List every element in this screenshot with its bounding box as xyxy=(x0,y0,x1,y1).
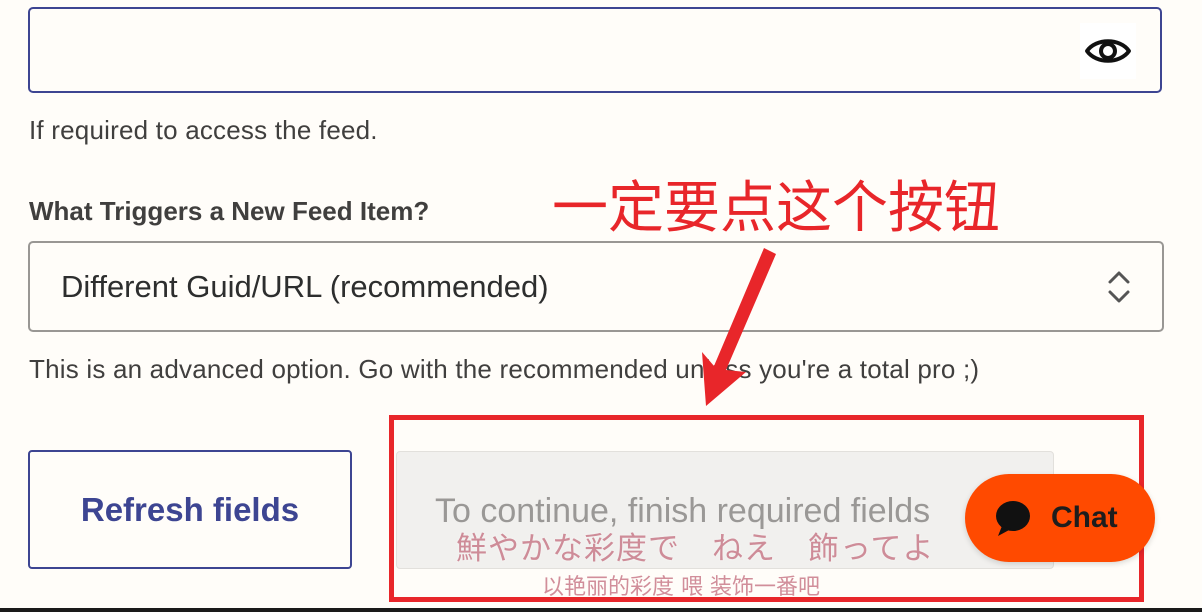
chat-button-label: Chat xyxy=(1051,501,1118,534)
password-input[interactable] xyxy=(28,7,1162,93)
refresh-fields-button[interactable]: Refresh fields xyxy=(28,450,352,569)
trigger-label: What Triggers a New Feed Item? xyxy=(29,196,430,226)
trigger-selected-value: Different Guid/URL (recommended) xyxy=(61,269,549,304)
password-help-text: If required to access the feed. xyxy=(29,115,378,145)
trigger-select[interactable]: Different Guid/URL (recommended) xyxy=(28,241,1164,332)
chat-button[interactable]: Chat xyxy=(965,474,1155,562)
subtitle-line-2: 以艳丽的彩度 喂 装饰一番吧 xyxy=(542,575,820,600)
bottom-border xyxy=(0,608,1202,612)
select-chevrons-icon xyxy=(1108,271,1130,303)
chat-bubble-icon xyxy=(996,501,1030,536)
subtitle-line-1: 鮮やかな彩度で ねえ 飾ってよ xyxy=(456,531,935,567)
annotation-note: 一定要点这个按钮 xyxy=(552,176,1000,241)
show-password-icon[interactable] xyxy=(1080,23,1136,79)
trigger-help-text: This is an advanced option. Go with the … xyxy=(29,354,980,384)
